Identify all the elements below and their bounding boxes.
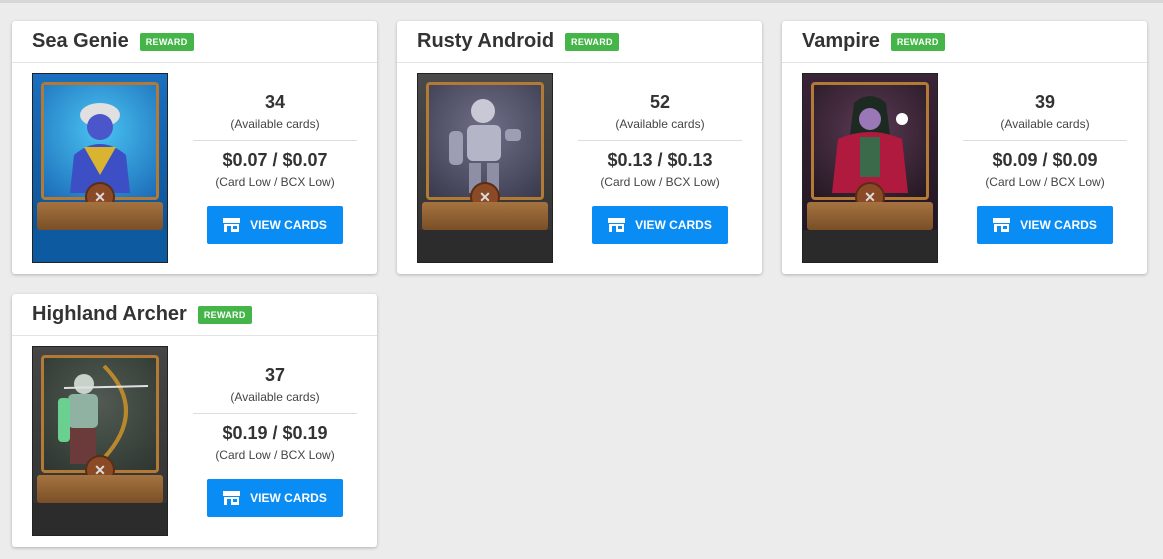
card-art-image[interactable]: ✕ [32, 73, 168, 263]
card-stats: 52 (Available cards) $0.13 / $0.13 (Card… [578, 63, 742, 244]
store-icon [223, 218, 241, 232]
price-label: (Card Low / BCX Low) [600, 175, 720, 189]
available-count: 52 [649, 92, 671, 112]
card-art-image[interactable]: ✕ [802, 73, 938, 263]
card-body: ✕ 37 (Available cards) $0.19 / $0.19 (Ca… [12, 336, 377, 546]
card-body: ✕ 52 (Available cards) $0.13 / $0.13 (Ca… [397, 63, 762, 273]
card-header: Sea Genie REWARD [12, 21, 377, 63]
art-name-scroll [37, 475, 163, 503]
card-title[interactable]: Highland Archer [32, 303, 187, 326]
stats-divider [193, 140, 357, 141]
price-value: $0.13 / $0.13 [607, 150, 713, 170]
store-icon [993, 218, 1011, 232]
view-cards-button[interactable]: VIEW CARDS [207, 206, 343, 244]
view-cards-label: VIEW CARDS [1020, 218, 1097, 232]
price-label: (Card Low / BCX Low) [985, 175, 1105, 189]
art-name-scroll [807, 202, 933, 230]
card-header: Highland Archer REWARD [12, 294, 377, 336]
card-stats: 37 (Available cards) $0.19 / $0.19 (Card… [193, 336, 357, 517]
rusty-android-figure-icon [449, 99, 521, 193]
card-body: ✕ 39 (Available cards) $0.09 / $0.09 (Ca… [782, 63, 1147, 273]
art-bottom-panel [33, 503, 167, 535]
card-tile: Sea Genie REWARD ✕ 34 (Available cards) … [12, 21, 377, 274]
available-label: (Available cards) [615, 117, 705, 131]
card-art-image[interactable]: ✕ [32, 346, 168, 536]
art-name-scroll [422, 202, 548, 230]
available-count: 34 [264, 92, 286, 112]
available-label: (Available cards) [1000, 117, 1090, 131]
view-cards-button[interactable]: VIEW CARDS [207, 479, 343, 517]
card-tile: Rusty Android REWARD ✕ 52 (Available car… [397, 21, 762, 274]
price-value: $0.09 / $0.09 [992, 150, 1098, 170]
stats-divider [963, 140, 1127, 141]
card-stats: 34 (Available cards) $0.07 / $0.07 (Card… [193, 63, 357, 244]
reward-badge: REWARD [197, 305, 252, 324]
card-body: ✕ 34 (Available cards) $0.07 / $0.07 (Ca… [12, 63, 377, 273]
stats-divider [193, 413, 357, 414]
card-tile: Vampire REWARD ✕ 39 (Available cards) $0… [782, 21, 1147, 274]
card-stats: 39 (Available cards) $0.09 / $0.09 (Card… [963, 63, 1127, 244]
view-cards-button[interactable]: VIEW CARDS [977, 206, 1113, 244]
reward-badge: REWARD [139, 32, 194, 51]
sea-genie-figure-icon [70, 103, 130, 193]
card-header: Rusty Android REWARD [397, 21, 762, 63]
top-divider [0, 0, 1163, 3]
view-cards-label: VIEW CARDS [250, 491, 327, 505]
card-art-image[interactable]: ✕ [417, 73, 553, 263]
art-bottom-panel [418, 230, 552, 262]
art-bottom-panel [33, 230, 167, 262]
price-label: (Card Low / BCX Low) [215, 175, 335, 189]
art-name-scroll [37, 202, 163, 230]
vampire-figure-icon [832, 96, 908, 193]
view-cards-label: VIEW CARDS [250, 218, 327, 232]
stats-divider [578, 140, 742, 141]
available-label: (Available cards) [230, 117, 320, 131]
highland-archer-figure-icon [58, 364, 149, 464]
price-label: (Card Low / BCX Low) [215, 448, 335, 462]
card-title[interactable]: Sea Genie [32, 30, 129, 53]
reward-badge: REWARD [890, 32, 945, 51]
view-cards-label: VIEW CARDS [635, 218, 712, 232]
art-bottom-panel [803, 230, 937, 262]
store-icon [223, 491, 241, 505]
price-value: $0.07 / $0.07 [222, 150, 328, 170]
reward-badge: REWARD [565, 32, 619, 51]
card-tile: Highland Archer REWARD ✕ 37 (Available c… [12, 294, 377, 547]
available-count: 37 [264, 365, 286, 385]
price-value: $0.19 / $0.19 [222, 423, 328, 443]
card-title[interactable]: Rusty Android [417, 30, 554, 53]
available-count: 39 [1034, 92, 1056, 112]
view-cards-button[interactable]: VIEW CARDS [592, 206, 728, 244]
card-header: Vampire REWARD [782, 21, 1147, 63]
store-icon [608, 218, 626, 232]
card-title[interactable]: Vampire [802, 30, 880, 53]
available-label: (Available cards) [230, 390, 320, 404]
